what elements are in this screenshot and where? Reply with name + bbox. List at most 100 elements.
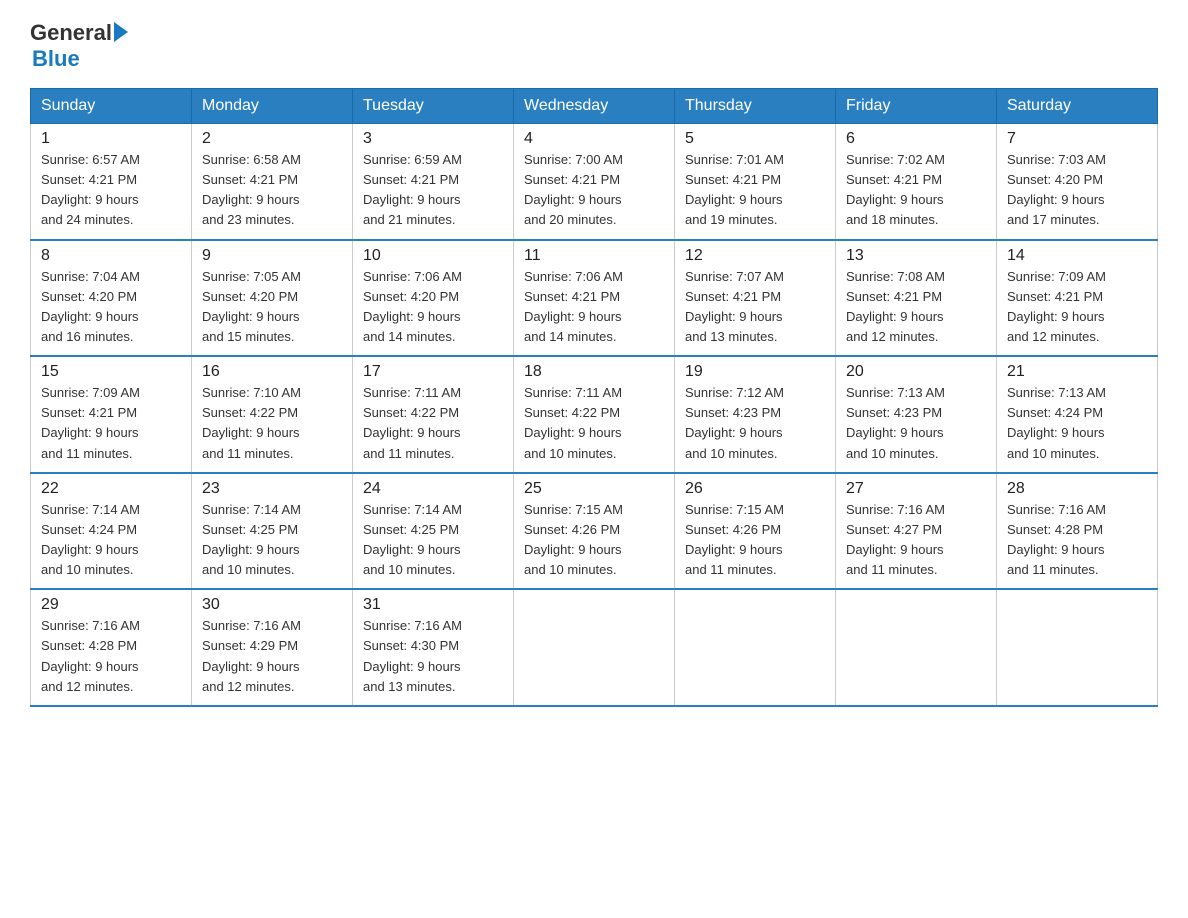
day-number: 10 [363,247,503,265]
table-row: 1 Sunrise: 6:57 AMSunset: 4:21 PMDaylight… [31,124,192,240]
day-number: 3 [363,130,503,148]
day-number: 22 [41,480,181,498]
day-number: 14 [1007,247,1147,265]
table-row: 26 Sunrise: 7:15 AMSunset: 4:26 PMDayligh… [675,473,836,590]
calendar-table: Sunday Monday Tuesday Wednesday Thursday… [30,88,1158,707]
day-info: Sunrise: 7:07 AMSunset: 4:21 PMDaylight:… [685,267,825,348]
col-saturday: Saturday [997,89,1158,124]
day-info: Sunrise: 6:58 AMSunset: 4:21 PMDaylight:… [202,150,342,231]
table-row: 29Sunrise: 7:16 AMSunset: 4:28 PMDayligh… [31,589,192,706]
day-info: Sunrise: 7:05 AMSunset: 4:20 PMDaylight:… [202,267,342,348]
day-info: Sunrise: 7:10 AMSunset: 4:22 PMDaylight:… [202,383,342,464]
table-row: 12 Sunrise: 7:07 AMSunset: 4:21 PMDayligh… [675,240,836,357]
table-row: 27 Sunrise: 7:16 AMSunset: 4:27 PMDayligh… [836,473,997,590]
day-info: Sunrise: 7:16 AMSunset: 4:27 PMDaylight:… [846,500,986,581]
table-row: 5 Sunrise: 7:01 AMSunset: 4:21 PMDaylight… [675,124,836,240]
day-number: 30 [202,596,342,614]
table-row: 11 Sunrise: 7:06 AMSunset: 4:21 PMDayligh… [514,240,675,357]
day-info: Sunrise: 7:06 AMSunset: 4:20 PMDaylight:… [363,267,503,348]
logo-blue: Blue [32,46,128,72]
day-info: Sunrise: 7:13 AMSunset: 4:24 PMDaylight:… [1007,383,1147,464]
day-number: 19 [685,363,825,381]
table-row [514,589,675,706]
table-row: 23Sunrise: 7:14 AMSunset: 4:25 PMDayligh… [192,473,353,590]
day-number: 31 [363,596,503,614]
day-number: 2 [202,130,342,148]
table-row: 30 Sunrise: 7:16 AMSunset: 4:29 PMDayligh… [192,589,353,706]
day-info: Sunrise: 7:16 AMSunset: 4:28 PMDaylight:… [41,616,181,697]
table-row: 3 Sunrise: 6:59 AMSunset: 4:21 PMDaylight… [353,124,514,240]
table-row [836,589,997,706]
logo-arrow-icon [114,22,128,42]
day-number: 1 [41,130,181,148]
table-row: 28 Sunrise: 7:16 AMSunset: 4:28 PMDayligh… [997,473,1158,590]
day-info: Sunrise: 7:04 AMSunset: 4:20 PMDaylight:… [41,267,181,348]
day-number: 24 [363,480,503,498]
day-number: 7 [1007,130,1147,148]
col-wednesday: Wednesday [514,89,675,124]
logo: General Blue [30,20,128,72]
day-info: Sunrise: 7:09 AMSunset: 4:21 PMDaylight:… [1007,267,1147,348]
day-info: Sunrise: 7:00 AMSunset: 4:21 PMDaylight:… [524,150,664,231]
table-row: 10 Sunrise: 7:06 AMSunset: 4:20 PMDayligh… [353,240,514,357]
day-number: 11 [524,247,664,265]
day-number: 20 [846,363,986,381]
day-info: Sunrise: 6:59 AMSunset: 4:21 PMDaylight:… [363,150,503,231]
table-row [675,589,836,706]
table-row: 20 Sunrise: 7:13 AMSunset: 4:23 PMDayligh… [836,356,997,473]
table-row: 14 Sunrise: 7:09 AMSunset: 4:21 PMDayligh… [997,240,1158,357]
day-number: 26 [685,480,825,498]
col-friday: Friday [836,89,997,124]
table-row: 9 Sunrise: 7:05 AMSunset: 4:20 PMDaylight… [192,240,353,357]
day-info: Sunrise: 7:16 AMSunset: 4:28 PMDaylight:… [1007,500,1147,581]
table-row: 25 Sunrise: 7:15 AMSunset: 4:26 PMDayligh… [514,473,675,590]
day-info: Sunrise: 7:13 AMSunset: 4:23 PMDaylight:… [846,383,986,464]
day-info: Sunrise: 7:16 AMSunset: 4:30 PMDaylight:… [363,616,503,697]
day-number: 15 [41,363,181,381]
day-info: Sunrise: 7:06 AMSunset: 4:21 PMDaylight:… [524,267,664,348]
table-row: 7Sunrise: 7:03 AMSunset: 4:20 PMDaylight… [997,124,1158,240]
day-info: Sunrise: 6:57 AMSunset: 4:21 PMDaylight:… [41,150,181,231]
day-info: Sunrise: 7:12 AMSunset: 4:23 PMDaylight:… [685,383,825,464]
calendar-week-row: 22 Sunrise: 7:14 AMSunset: 4:24 PMDayligh… [31,473,1158,590]
day-info: Sunrise: 7:14 AMSunset: 4:24 PMDaylight:… [41,500,181,581]
table-row: 18Sunrise: 7:11 AMSunset: 4:22 PMDayligh… [514,356,675,473]
calendar-week-row: 29Sunrise: 7:16 AMSunset: 4:28 PMDayligh… [31,589,1158,706]
day-number: 13 [846,247,986,265]
table-row [997,589,1158,706]
table-row: 16 Sunrise: 7:10 AMSunset: 4:22 PMDayligh… [192,356,353,473]
table-row: 8Sunrise: 7:04 AMSunset: 4:20 PMDaylight… [31,240,192,357]
day-number: 18 [524,363,664,381]
day-number: 5 [685,130,825,148]
day-number: 16 [202,363,342,381]
day-info: Sunrise: 7:15 AMSunset: 4:26 PMDaylight:… [524,500,664,581]
table-row: 21Sunrise: 7:13 AMSunset: 4:24 PMDayligh… [997,356,1158,473]
col-monday: Monday [192,89,353,124]
calendar-week-row: 8Sunrise: 7:04 AMSunset: 4:20 PMDaylight… [31,240,1158,357]
day-number: 17 [363,363,503,381]
page-header: General Blue [30,20,1158,72]
table-row: 2 Sunrise: 6:58 AMSunset: 4:21 PMDaylight… [192,124,353,240]
day-number: 27 [846,480,986,498]
day-number: 25 [524,480,664,498]
day-number: 28 [1007,480,1147,498]
day-info: Sunrise: 7:15 AMSunset: 4:26 PMDaylight:… [685,500,825,581]
day-number: 9 [202,247,342,265]
day-info: Sunrise: 7:01 AMSunset: 4:21 PMDaylight:… [685,150,825,231]
day-info: Sunrise: 7:16 AMSunset: 4:29 PMDaylight:… [202,616,342,697]
day-info: Sunrise: 7:11 AMSunset: 4:22 PMDaylight:… [363,383,503,464]
day-info: Sunrise: 7:09 AMSunset: 4:21 PMDaylight:… [41,383,181,464]
table-row: 19 Sunrise: 7:12 AMSunset: 4:23 PMDayligh… [675,356,836,473]
col-tuesday: Tuesday [353,89,514,124]
day-info: Sunrise: 7:02 AMSunset: 4:21 PMDaylight:… [846,150,986,231]
logo-general: General [30,20,112,46]
calendar-week-row: 1 Sunrise: 6:57 AMSunset: 4:21 PMDaylight… [31,124,1158,240]
calendar-header-row: Sunday Monday Tuesday Wednesday Thursday… [31,89,1158,124]
table-row: 31 Sunrise: 7:16 AMSunset: 4:30 PMDayligh… [353,589,514,706]
table-row: 24Sunrise: 7:14 AMSunset: 4:25 PMDayligh… [353,473,514,590]
table-row: 17 Sunrise: 7:11 AMSunset: 4:22 PMDayligh… [353,356,514,473]
col-sunday: Sunday [31,89,192,124]
table-row: 15 Sunrise: 7:09 AMSunset: 4:21 PMDayligh… [31,356,192,473]
day-number: 12 [685,247,825,265]
day-info: Sunrise: 7:14 AMSunset: 4:25 PMDaylight:… [202,500,342,581]
